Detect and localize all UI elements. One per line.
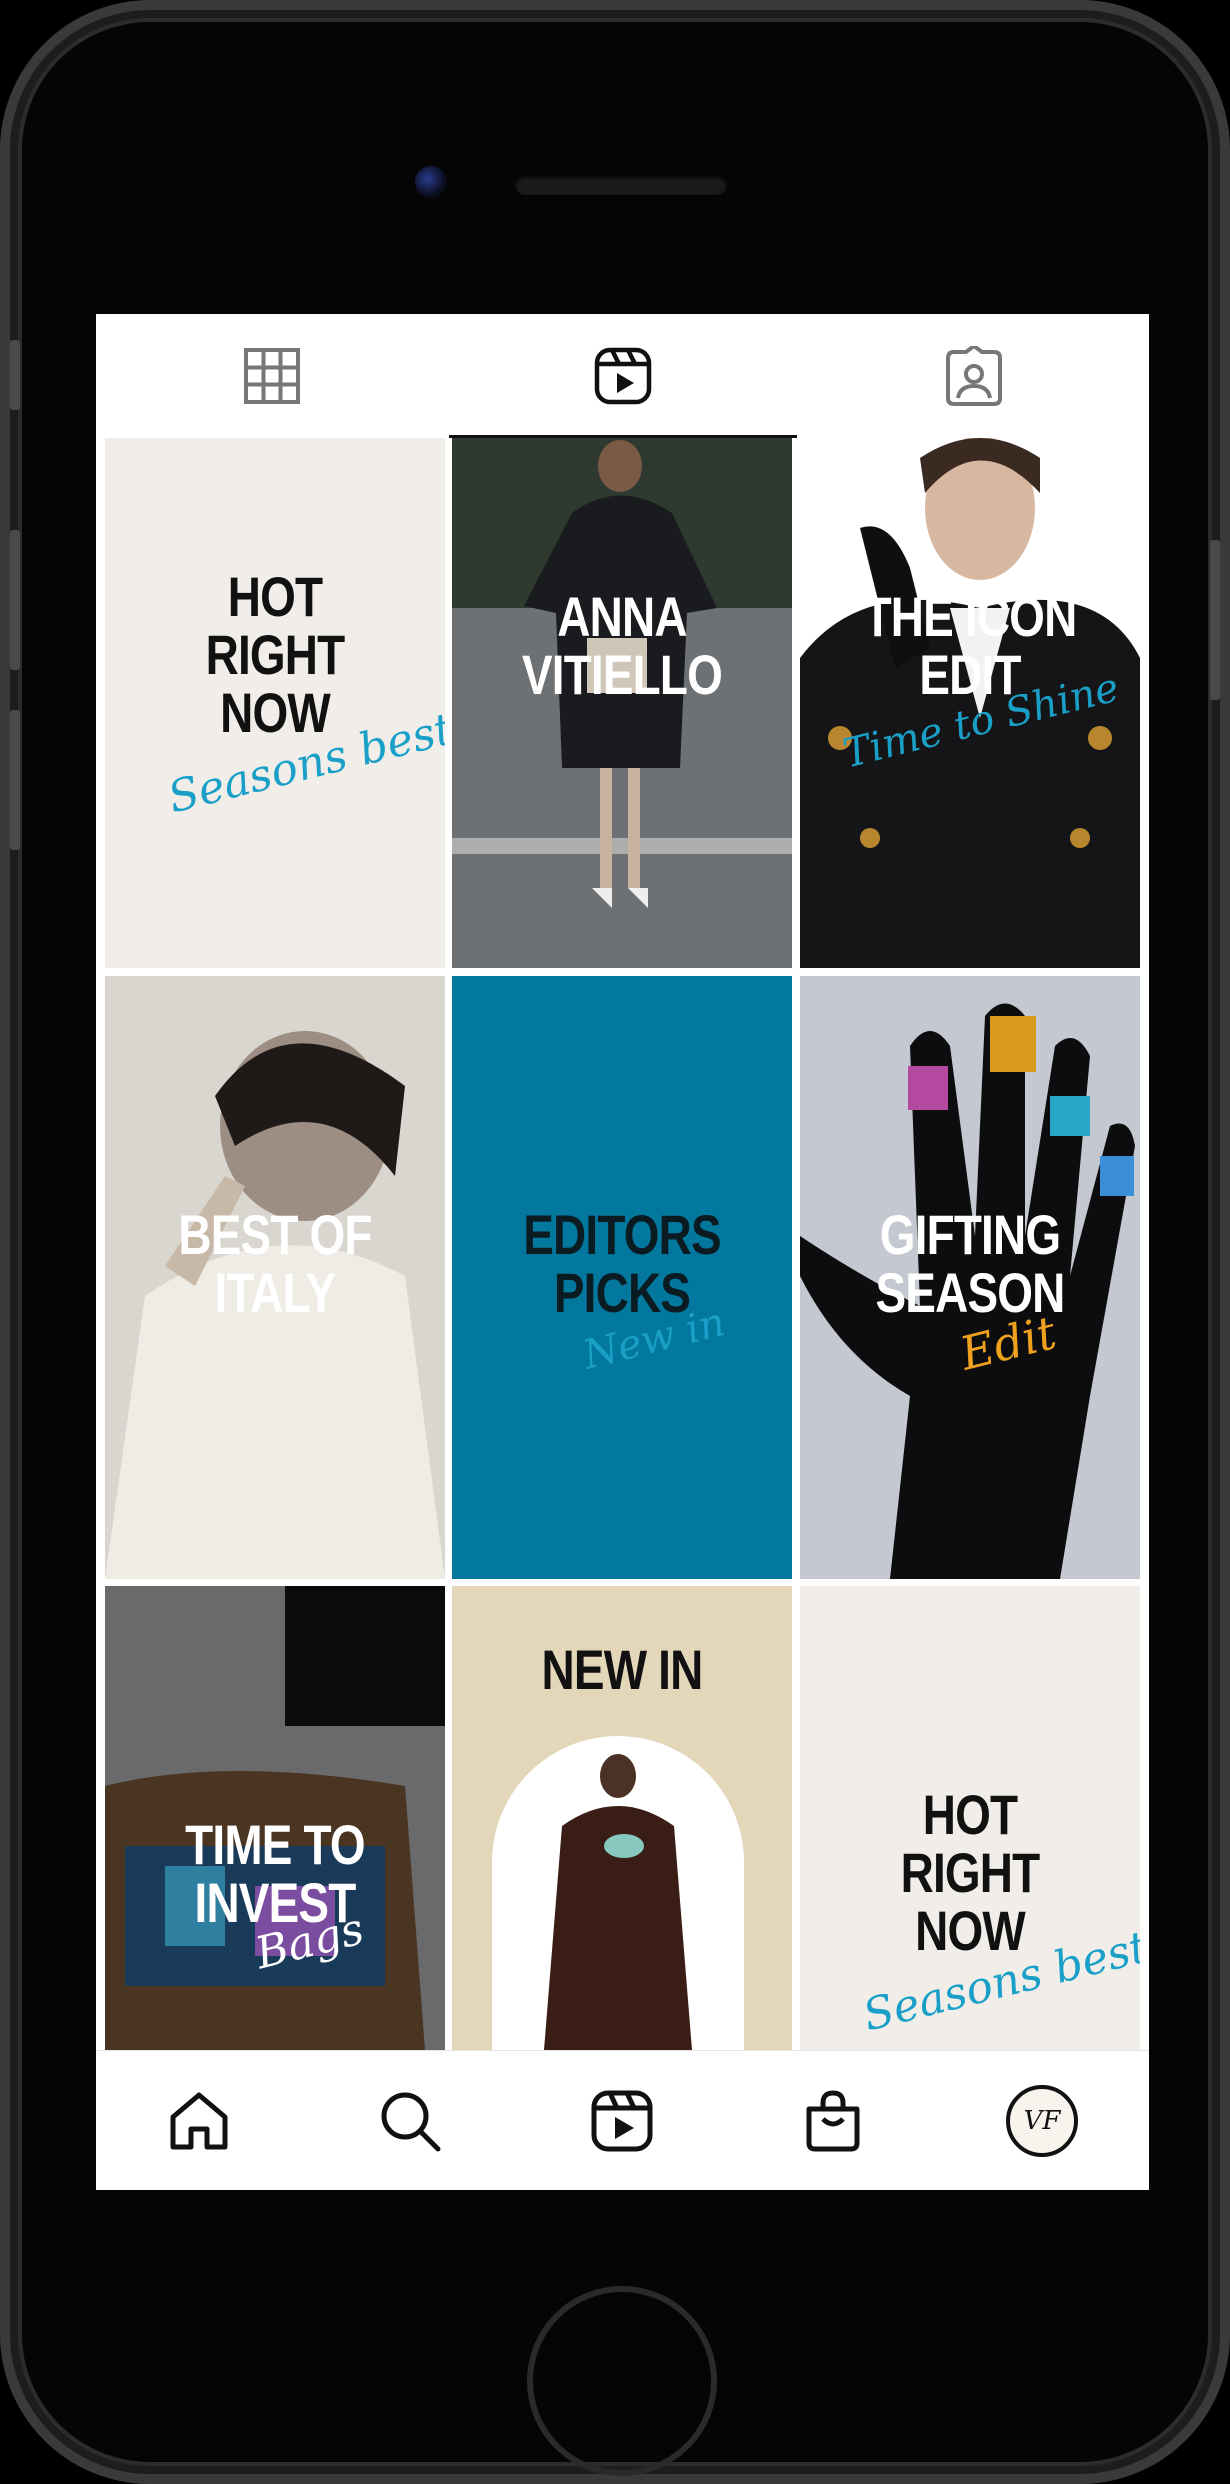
bottom-navigation-bar: VF [96,2050,1149,2190]
volume-up-button [10,530,20,670]
reels-icon [594,347,651,405]
front-camera [415,166,447,198]
tile-title: HOT RIGHT NOW [205,565,346,744]
reel-tile-new-in[interactable]: NEW IN [452,1586,792,2050]
reel-tile-gifting-season[interactable]: GIFTING SEASON Edit [800,976,1140,1579]
tile-title: ANNA VITIELLO [521,585,723,706]
home-icon [170,2092,228,2150]
tab-grid[interactable] [96,314,447,438]
tab-reels[interactable] [447,314,798,438]
reel-tile-hot-right-now-2[interactable]: HOT RIGHT NOW Seasons best [800,1586,1140,2050]
shopping-bag-icon [806,2090,860,2152]
volume-down-button [10,710,20,850]
tile-title: TIME TO INVEST [185,1813,365,1934]
arch-model-photo [492,1736,744,2050]
tile-title: HOT RIGHT NOW [900,1783,1041,1962]
phone-frame: HOT RIGHT NOW Seasons best ANNA VITIELLO… [0,0,1230,2484]
nav-profile[interactable]: VF [1002,2081,1082,2161]
tile-title: GIFTING SEASON [875,1203,1065,1324]
home-button[interactable] [527,2286,717,2476]
grid-icon [243,348,300,404]
search-icon [381,2092,441,2152]
tile-title: NEW IN [541,1638,704,1701]
reels-icon [591,2090,653,2152]
tab-tagged[interactable] [798,314,1149,438]
nav-reels[interactable] [582,2081,662,2161]
tagged-icon [945,346,1002,406]
reel-tile-best-of-italy[interactable]: BEST OF ITALY [105,976,445,1579]
nav-shop[interactable] [793,2081,873,2161]
reel-tile-editors-picks[interactable]: EDITORS PICKS New in [452,976,792,1579]
screen: HOT RIGHT NOW Seasons best ANNA VITIELLO… [96,314,1149,2190]
power-button [1210,540,1220,700]
reel-tile-time-to-invest[interactable]: TIME TO INVEST Bags [105,1586,445,2050]
tile-title: BEST OF ITALY [178,1203,372,1324]
mute-switch [10,340,20,410]
profile-avatar-icon: VF [1006,2085,1078,2157]
reel-tile-hot-right-now[interactable]: HOT RIGHT NOW Seasons best [105,438,445,968]
earpiece-speaker [515,175,727,195]
reel-tile-the-icon-edit[interactable]: THE ICON EDIT Time to Shine [800,438,1140,968]
nav-search[interactable] [370,2081,450,2161]
avatar-monogram: VF [1023,2106,1061,2136]
nav-home[interactable] [159,2081,239,2161]
profile-tab-bar [96,314,1149,438]
reel-tile-anna-vitiello[interactable]: ANNA VITIELLO [452,438,792,968]
reels-grid: HOT RIGHT NOW Seasons best ANNA VITIELLO… [96,438,1149,2050]
